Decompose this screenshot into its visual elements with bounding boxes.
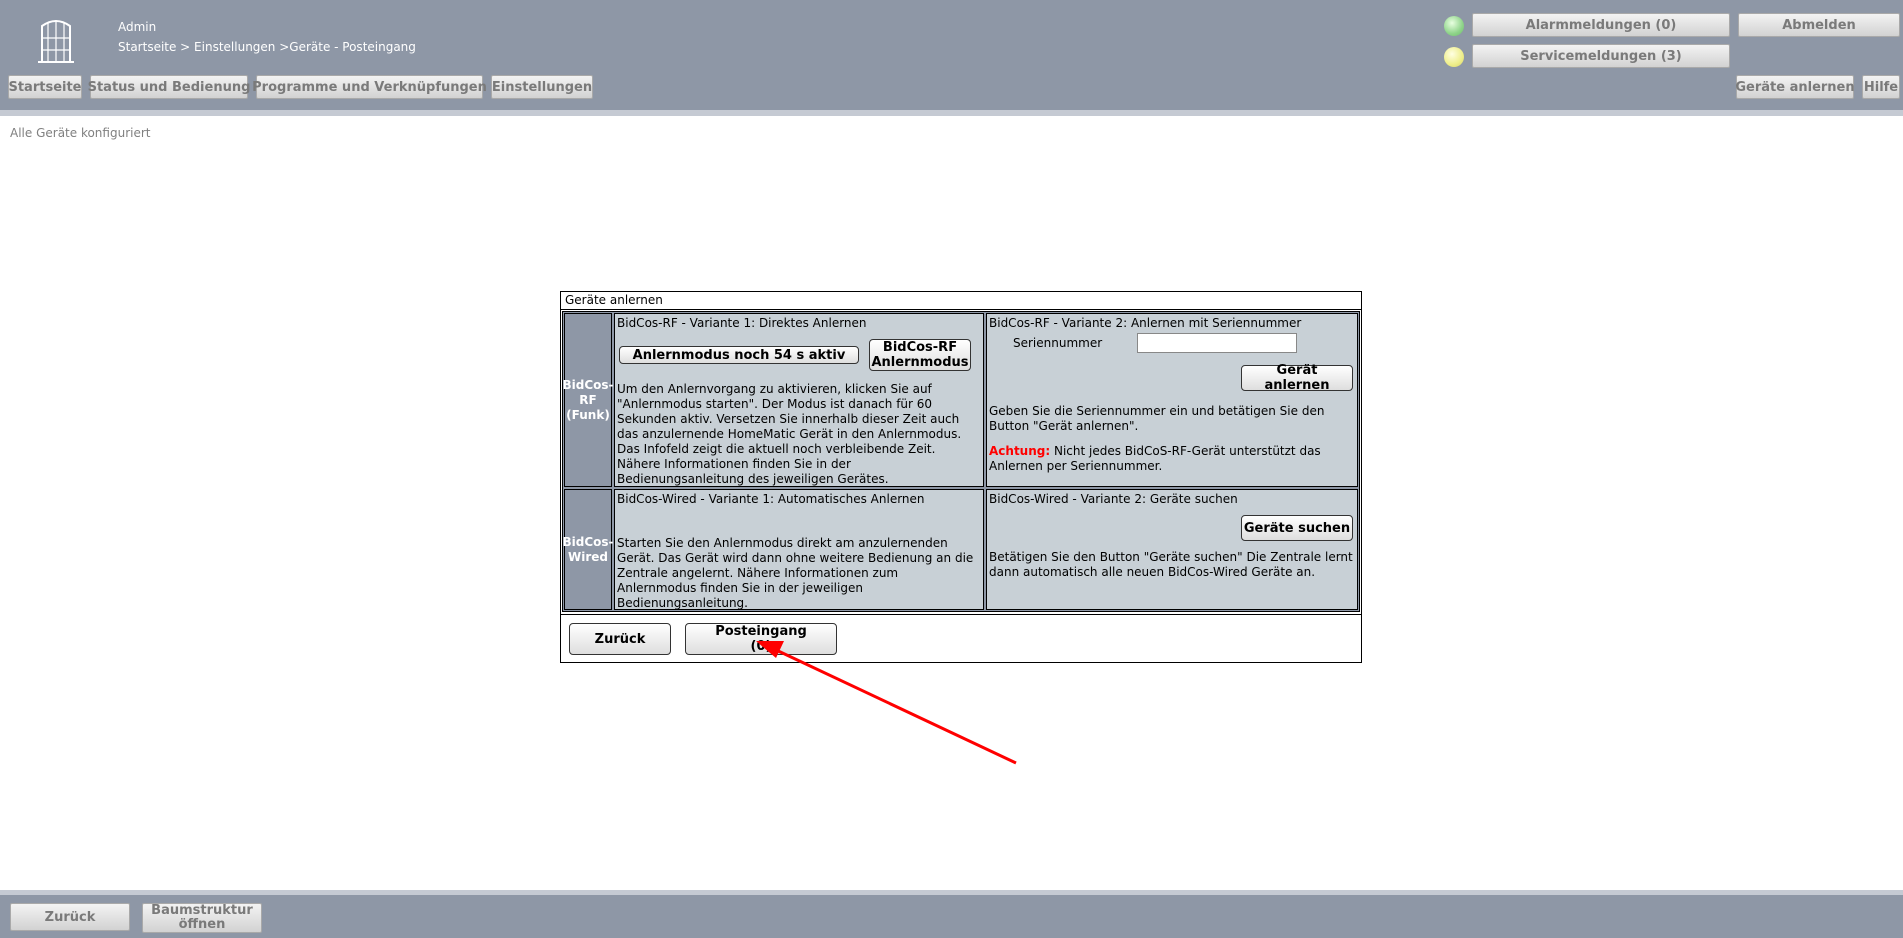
nav-status-button[interactable]: Status und Bedienung [88, 75, 250, 99]
row-header-wired-line2: Wired [568, 549, 608, 564]
service-messages-button[interactable]: Servicemeldungen (3) [1472, 44, 1730, 68]
help-button[interactable]: Hilfe [1862, 75, 1900, 99]
status-text: Alle Geräte konfiguriert [10, 126, 151, 140]
header-bar: Admin Startseite > Einstellungen >Geräte… [0, 0, 1903, 110]
wired-variant1-description: Starten Sie den Anlernmodus direkt am an… [617, 536, 974, 610]
footer-bar: Zurück Baumstruktur öffnen [0, 895, 1903, 938]
rf-teach-mode-line2: Anlernmodus [871, 355, 969, 370]
header-divider [0, 110, 1903, 116]
tree-structure-line2: öffnen [178, 917, 226, 932]
nav-settings-button[interactable]: Einstellungen [491, 75, 593, 99]
rf-teach-mode-button[interactable]: BidCos-RF Anlernmodus [869, 339, 971, 371]
teach-devices-button[interactable]: Geräte anlernen [1735, 75, 1855, 99]
wired-variant2-cell: BidCos-Wired - Variante 2: Geräte suchen… [986, 489, 1358, 610]
wired-variant1-cell: BidCos-Wired - Variante 1: Automatisches… [614, 489, 984, 610]
footer-back-button[interactable]: Zurück [10, 903, 130, 931]
dialog-back-button[interactable]: Zurück [569, 623, 671, 655]
warning-label: Achtung: [989, 444, 1051, 458]
teach-options-grid: BidCos- RF (Funk) BidCos-RF - Variante 1… [562, 311, 1360, 612]
teach-mode-countdown-button[interactable]: Anlernmodus noch 54 s aktiv [619, 346, 859, 364]
inbox-button[interactable]: Posteingang (0) [685, 623, 837, 655]
wired-variant1-title: BidCos-Wired - Variante 1: Automatisches… [617, 492, 925, 506]
serial-number-label: Seriennummer [1013, 336, 1103, 350]
row-header-wired-line1: BidCos- [562, 534, 614, 549]
alarm-status-led [1444, 16, 1464, 36]
rf-variant2-title: BidCos-RF - Variante 2: Anlernen mit Ser… [989, 316, 1302, 330]
dialog-title: Geräte anlernen [561, 292, 1361, 310]
breadcrumb: Startseite > Einstellungen >Geräte - Pos… [118, 40, 416, 54]
rf-variant2-warning: Achtung: Nicht jedes BidCoS-RF-Gerät unt… [989, 444, 1353, 474]
rf-variant1-title: BidCos-RF - Variante 1: Direktes Anlerne… [617, 316, 867, 330]
row-header-rf: BidCos- RF (Funk) [562, 313, 614, 487]
rf-teach-mode-line1: BidCos-RF [882, 340, 958, 355]
user-name: Admin [118, 20, 157, 34]
tree-structure-line1: Baumstruktur [151, 903, 253, 918]
teach-devices-dialog: Geräte anlernen BidCos- RF (Funk) BidCos… [560, 291, 1362, 663]
wired-variant2-title: BidCos-Wired - Variante 2: Geräte suchen [989, 492, 1238, 506]
annotation-arrow-shaft [773, 647, 1017, 765]
row-header-wired: BidCos- Wired [562, 489, 614, 610]
nav-home-button[interactable]: Startseite [8, 75, 82, 99]
rf-variant2-cell: BidCos-RF - Variante 2: Anlernen mit Ser… [986, 313, 1358, 487]
dialog-footer: Zurück Posteingang (0) [561, 614, 1361, 662]
search-devices-button[interactable]: Geräte suchen [1241, 515, 1353, 541]
rf-variant1-description: Um den Anlernvorgang zu aktivieren, klic… [617, 382, 962, 486]
logo-icon [38, 20, 74, 63]
rf-variant1-cell: BidCos-RF - Variante 1: Direktes Anlerne… [614, 313, 984, 487]
serial-number-input[interactable] [1137, 333, 1297, 353]
teach-device-button[interactable]: Gerät anlernen [1241, 363, 1353, 393]
row-header-rf-line1: BidCos- [562, 377, 614, 392]
row-header-rf-line3: (Funk) [566, 407, 610, 422]
rf-variant2-description: Geben Sie die Seriennummer ein und betät… [989, 404, 1325, 433]
alarm-messages-button[interactable]: Alarmmeldungen (0) [1472, 13, 1730, 37]
row-header-rf-line2: RF [579, 392, 597, 407]
service-status-led [1444, 47, 1464, 67]
inbox-button-line2: (0) [750, 639, 772, 654]
wired-variant2-description: Betätigen Sie den Button "Geräte suchen"… [989, 550, 1353, 579]
logout-button[interactable]: Abmelden [1738, 13, 1900, 37]
nav-programs-button[interactable]: Programme und Verknüpfungen [252, 75, 487, 99]
inbox-button-line1: Posteingang [715, 624, 807, 639]
tree-structure-button[interactable]: Baumstruktur öffnen [142, 903, 262, 933]
